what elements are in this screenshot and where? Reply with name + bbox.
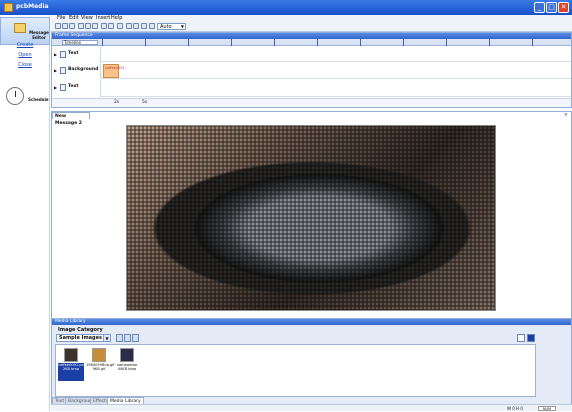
status-mode: NUM <box>538 406 556 411</box>
menu-file[interactable]: File <box>57 15 65 21</box>
list-view-icon[interactable] <box>517 334 525 342</box>
layer-row-background[interactable]: ▶ Background coffee0001 <box>52 63 571 79</box>
seconds-bar: 2s 5s <box>52 98 571 107</box>
title-bar: pcbMedia _ □ ✕ <box>0 0 572 15</box>
media-caption: 1984095Bno.gif 9KB gif <box>86 363 115 371</box>
layer-row-text[interactable]: ▶ Text <box>52 47 571 62</box>
led-dot-grid <box>127 126 495 310</box>
envelope-icon <box>14 23 26 33</box>
cut-icon[interactable] <box>92 23 98 29</box>
copy-icon[interactable] <box>101 23 107 29</box>
redo-icon[interactable] <box>85 23 91 29</box>
layer-name: Background <box>68 67 99 72</box>
image-icon[interactable] <box>141 23 147 29</box>
timeline-ruler: Timeline <box>52 39 571 46</box>
grid-view-icon[interactable] <box>527 334 535 342</box>
close-icon[interactable]: × <box>564 112 568 118</box>
media-caption: coffee0001.png 2KB bmp <box>58 363 86 381</box>
close-button[interactable]: ✕ <box>558 2 569 13</box>
zoom-icon[interactable] <box>149 23 155 29</box>
sidebar: Message Editor Create Open Close Schedul… <box>0 15 50 411</box>
minimize-button[interactable]: _ <box>534 2 545 13</box>
menu-insert[interactable]: Insert <box>96 15 110 21</box>
status-bar: W 0 H 0 NUM <box>51 404 572 411</box>
nav-message-editor[interactable]: Message Editor <box>0 17 50 45</box>
layer-label: ▶ Text <box>52 80 101 97</box>
open-icon[interactable] <box>62 23 68 29</box>
media-item[interactable]: 1984095Bno.gif 9KB gif <box>86 348 115 382</box>
menu-help[interactable]: Help <box>111 15 122 21</box>
layer-label: ▶ Background <box>52 63 101 79</box>
media-caption: nameaddre 44KB bmp <box>116 363 138 371</box>
message-editor-panel: New Message 2 × <box>51 111 572 319</box>
layer-name: Text <box>68 84 79 89</box>
refresh-icon[interactable] <box>132 334 139 342</box>
timeline-control[interactable]: Timeline <box>62 40 98 45</box>
media-item[interactable]: coffee0001.png 2KB bmp <box>58 348 86 382</box>
text-layer-icon <box>60 84 66 91</box>
layer-row-text[interactable]: ▶ Text <box>52 80 571 97</box>
paste-icon[interactable] <box>108 23 114 29</box>
window-title: pcbMedia <box>16 3 49 10</box>
open-link[interactable]: Open <box>10 52 40 58</box>
ruler-ticks <box>102 39 571 46</box>
category-label: Image Category <box>58 327 103 333</box>
schedule-label[interactable]: Schedule <box>28 97 49 102</box>
background-layer-icon <box>60 67 66 74</box>
media-library-header: Media Library <box>52 319 571 325</box>
menu-edit[interactable]: Edit <box>69 15 79 21</box>
nav-label: Message Editor <box>29 30 49 40</box>
app-icon <box>4 3 13 12</box>
menu-bar: File Edit View Insert Help <box>51 15 572 22</box>
save-icon[interactable] <box>69 23 75 29</box>
tab-new-message[interactable]: New Message 2 <box>52 112 90 126</box>
layer-name: Text <box>68 51 79 56</box>
zoom-select[interactable]: Auto <box>157 23 186 30</box>
preview-icon[interactable] <box>126 23 132 29</box>
media-library-panel: Media Library Image Category Sample Imag… <box>51 318 572 406</box>
menu-view[interactable]: View <box>81 15 93 21</box>
thumbnail-image <box>120 348 134 362</box>
media-item[interactable]: nameaddre 44KB bmp <box>114 348 140 382</box>
expand-icon[interactable]: ▶ <box>54 68 57 73</box>
frame-sequence-panel: Frame Sequence Timeline ▶ Text ▶ Backgro… <box>51 32 572 108</box>
remove-media-icon[interactable] <box>124 334 131 342</box>
text-layer-icon <box>60 51 66 58</box>
expand-icon[interactable]: ▶ <box>54 85 57 90</box>
thumbnail-image <box>92 348 106 362</box>
play-icon[interactable] <box>133 23 139 29</box>
close-link[interactable]: Close <box>10 62 40 68</box>
layer-label: ▶ Text <box>52 47 101 62</box>
add-media-icon[interactable] <box>116 334 123 342</box>
media-grid: coffee0001.png 2KB bmp 1984095Bno.gif 9K… <box>55 344 536 397</box>
second-label: 5s <box>142 100 148 105</box>
delete-icon[interactable] <box>117 23 123 29</box>
frame-cell[interactable]: coffee0001 <box>103 64 125 78</box>
chevron-down-icon[interactable]: ▼ <box>103 334 111 342</box>
expand-icon[interactable]: ▶ <box>54 52 57 57</box>
clock-icon[interactable] <box>6 87 24 105</box>
thumbnail-image <box>64 348 78 362</box>
maximize-button[interactable]: □ <box>546 2 557 13</box>
toolbar: Auto <box>51 22 572 32</box>
new-icon[interactable] <box>55 23 61 29</box>
second-label: 2s <box>114 100 120 105</box>
create-link[interactable]: Create <box>10 42 40 48</box>
led-canvas[interactable] <box>126 125 496 311</box>
undo-icon[interactable] <box>78 23 84 29</box>
